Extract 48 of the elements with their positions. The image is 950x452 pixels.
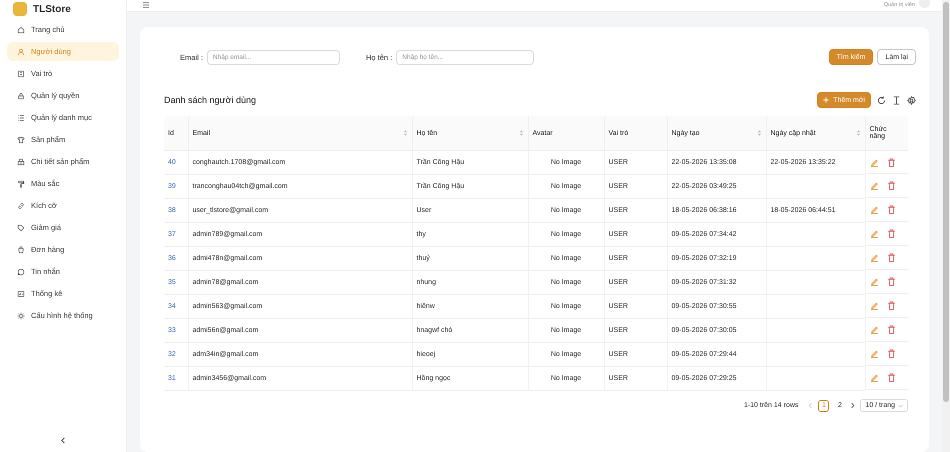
table-title: Danh sách người dùng (164, 95, 256, 105)
shopping-bag-icon (17, 246, 25, 254)
sort-icon[interactable] (856, 129, 860, 137)
home-icon (17, 26, 25, 34)
edit-icon[interactable] (870, 158, 879, 166)
chevron-right-icon[interactable] (850, 402, 856, 409)
reload-icon[interactable] (877, 96, 886, 104)
scrollbar[interactable] (942, 0, 950, 452)
user-icon (17, 48, 25, 56)
delete-icon[interactable] (887, 373, 896, 382)
edit-icon[interactable] (870, 253, 879, 262)
list-icon (17, 114, 25, 122)
edit-icon[interactable] (870, 229, 879, 238)
delete-icon[interactable] (887, 301, 896, 310)
sort-icon[interactable] (518, 129, 524, 137)
delete-icon[interactable] (887, 253, 896, 262)
sort-icon[interactable] (402, 129, 408, 137)
sort-icon[interactable] (756, 129, 762, 137)
caret-icon (898, 404, 903, 408)
plus-icon (823, 97, 830, 103)
column-height-icon[interactable] (892, 96, 901, 104)
link-icon (17, 202, 25, 210)
tag-icon (17, 224, 25, 232)
edit-icon[interactable] (870, 205, 879, 214)
logo-icon (13, 2, 27, 16)
edit-icon[interactable] (870, 325, 879, 334)
delete-icon[interactable] (887, 181, 896, 190)
edit-icon[interactable] (870, 373, 879, 382)
chart-icon (17, 290, 25, 298)
edit-icon[interactable] (870, 301, 879, 310)
delete-icon[interactable] (887, 325, 896, 334)
delete-icon[interactable] (887, 349, 896, 358)
chevron-left-icon[interactable] (60, 437, 66, 444)
paint-roller-icon (17, 180, 25, 188)
delete-icon[interactable] (887, 277, 896, 286)
chat-icon (17, 268, 25, 276)
edit-icon[interactable] (870, 181, 879, 190)
menu-icon[interactable] (142, 2, 150, 8)
lock-icon (17, 92, 25, 100)
shirt-icon (17, 136, 25, 144)
edit-icon[interactable] (870, 349, 879, 358)
brand-name: TLStore (33, 4, 71, 14)
edit-icon[interactable] (870, 277, 879, 286)
boxes-icon (17, 158, 25, 166)
delete-icon[interactable] (887, 158, 896, 166)
id-card-icon (17, 70, 25, 78)
delete-icon[interactable] (887, 205, 896, 214)
delete-icon[interactable] (887, 229, 896, 238)
